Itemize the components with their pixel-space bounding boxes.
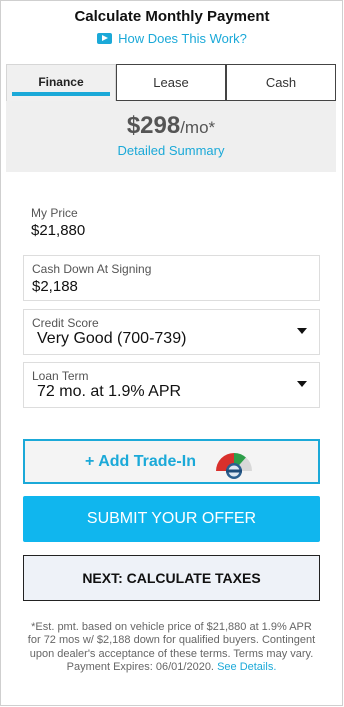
tab-cash[interactable]: Cash <box>226 64 336 101</box>
disclaimer-text: *Est. pmt. based on vehicle price of $21… <box>25 621 318 674</box>
tab-finance[interactable]: Finance <box>6 64 116 101</box>
cash-down-label: Cash Down At Signing <box>32 262 152 276</box>
add-trade-in-button[interactable]: + Add Trade-In <box>23 439 320 484</box>
play-icon <box>97 33 113 44</box>
add-trade-in-label: + Add Trade-In <box>85 453 196 470</box>
cash-down-field[interactable]: Cash Down At Signing $2,188 <box>23 255 320 301</box>
payment-amount: $298 <box>126 112 181 139</box>
detailed-summary-link[interactable]: Detailed Summary <box>6 143 336 158</box>
loan-term-label: Loan Term <box>32 369 89 383</box>
tab-lease[interactable]: Lease <box>116 64 226 101</box>
credit-score-select[interactable]: Credit Score Very Good (700-739) <box>23 309 320 355</box>
how-link-label: How Does This Work? <box>118 31 247 46</box>
credit-score-value: Very Good (700-739) <box>37 330 187 347</box>
monthly-payment: $298/mo* <box>6 112 336 140</box>
tab-finance-label: Finance <box>38 75 84 89</box>
calculate-taxes-button[interactable]: NEXT: CALCULATE TAXES <box>23 555 320 601</box>
tab-lease-label: Lease <box>153 75 189 90</box>
my-price-label: My Price <box>31 206 78 220</box>
my-price-field: My Price $21,880 <box>23 200 320 246</box>
how-does-this-work-link[interactable]: How Does This Work? <box>0 31 344 46</box>
chevron-down-icon <box>297 381 307 387</box>
credit-score-label: Credit Score <box>32 316 99 330</box>
payment-type-tabs: Finance Lease Cash <box>6 64 336 101</box>
trade-in-gauge-icon <box>216 452 253 479</box>
cash-down-input[interactable]: $2,188 <box>32 278 78 295</box>
my-price-value: $21,880 <box>31 222 86 239</box>
submit-offer-button[interactable]: SUBMIT YOUR OFFER <box>23 496 320 542</box>
see-details-link[interactable]: See Details. <box>217 661 276 673</box>
loan-term-select[interactable]: Loan Term 72 mo. at 1.9% APR <box>23 362 320 408</box>
payment-per-month: /mo* <box>180 118 216 137</box>
tab-cash-label: Cash <box>265 75 297 90</box>
payment-summary: $298/mo* Detailed Summary <box>6 101 336 172</box>
chevron-down-icon <box>297 328 307 334</box>
active-tab-indicator <box>12 92 110 96</box>
page-title: Calculate Monthly Payment <box>74 8 270 25</box>
loan-term-value: 72 mo. at 1.9% APR <box>37 383 182 400</box>
